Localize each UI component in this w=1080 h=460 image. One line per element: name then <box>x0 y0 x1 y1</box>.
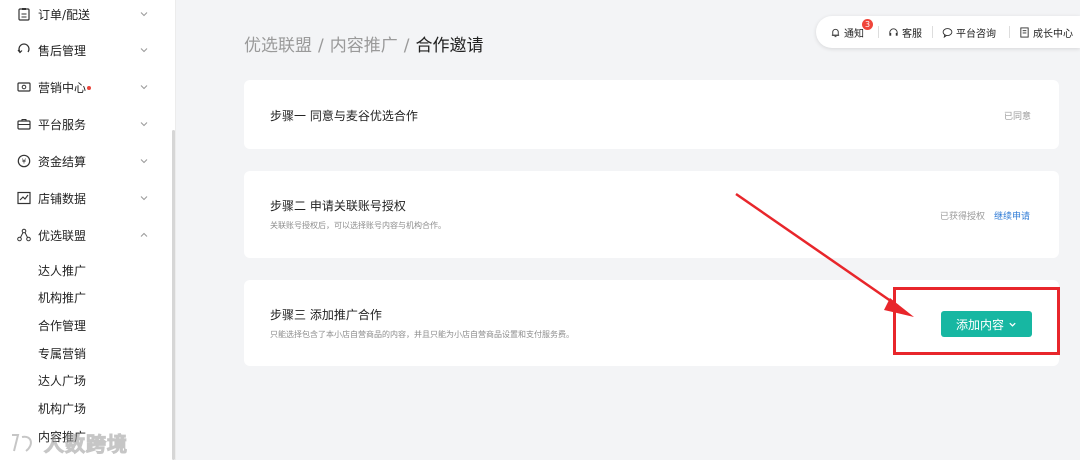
yen-coin-icon: ¥ <box>17 154 31 168</box>
sidebar-subitem-exclusive-marketing[interactable]: 专属营销 <box>38 345 86 362</box>
notification-count-badge: 3 <box>862 19 873 30</box>
breadcrumb-current: 合作邀请 <box>415 36 484 56</box>
new-dot-indicator <box>87 86 91 90</box>
breadcrumb-item-content-promo[interactable]: 内容推广 <box>330 36 398 56</box>
breadcrumb: 优选联盟 / 内容推广 / 合作邀请 <box>244 31 483 56</box>
breadcrumb-separator: / <box>403 36 410 56</box>
marketing-icon <box>17 82 31 92</box>
sidebar-subitem-agency-promo[interactable]: 机构推广 <box>38 289 86 306</box>
chevron-down-icon <box>140 159 148 164</box>
customer-service-button[interactable]: 客服 <box>888 25 922 40</box>
document-icon <box>1020 27 1029 38</box>
annotation-highlight-box <box>893 287 1060 355</box>
sidebar-item-platform-service[interactable]: 平台服务 <box>0 107 172 143</box>
platform-consult-button[interactable]: 平台咨询 <box>942 25 996 40</box>
step-description: 关联账号授权后，可以选择账号内容与机构合作。 <box>270 221 446 230</box>
sidebar-item-store-data[interactable]: 店铺数据 <box>0 181 172 217</box>
growth-center-label: 成长中心 <box>1033 29 1073 40</box>
customer-service-label: 客服 <box>902 29 922 40</box>
notification-label: 通知 <box>844 29 864 40</box>
step-title: 步骤三 添加推广合作 <box>270 308 382 322</box>
sidebar-item-marketing[interactable]: 营销中心 <box>0 70 172 106</box>
chart-icon <box>17 191 31 205</box>
after-sales-icon <box>17 43 30 54</box>
clipboard-icon <box>18 8 30 21</box>
continue-apply-link[interactable]: 继续申请 <box>994 209 1030 222</box>
step-card-1: 步骤一 同意与麦谷优选合作 已同意 <box>244 80 1059 149</box>
watermark-text: 人数跨境 <box>44 432 128 457</box>
divider <box>932 26 933 38</box>
sidebar-subitem-influencer-plaza[interactable]: 达人广场 <box>38 372 86 389</box>
step-status: 已获得授权 <box>940 212 986 222</box>
chevron-down-icon <box>140 85 148 90</box>
sidebar-item-orders[interactable]: 订单/配送 <box>0 0 172 33</box>
breadcrumb-item-alliance[interactable]: 优选联盟 <box>244 36 312 56</box>
watermark-logo-icon <box>12 433 32 452</box>
sidebar-item-label: 店铺数据 <box>38 192 87 206</box>
breadcrumb-separator: / <box>318 36 324 56</box>
sidebar-item-label: 营销中心 <box>38 81 87 95</box>
sidebar: 订单/配送 售后管理 营销中心 平台服务 ¥ 资金结算 店铺数据 优选联盟 达人… <box>0 0 176 460</box>
sidebar-item-after-sales[interactable]: 售后管理 <box>0 33 172 69</box>
chevron-down-icon <box>140 196 148 201</box>
headset-icon <box>889 28 898 36</box>
briefcase-icon <box>17 119 31 130</box>
chevron-down-icon <box>140 48 148 53</box>
divider <box>1009 26 1010 38</box>
watermark: 人数跨境 <box>8 428 128 457</box>
sidebar-subitem-cooperation-mgmt[interactable]: 合作管理 <box>38 317 86 334</box>
chevron-down-icon <box>140 122 148 127</box>
sidebar-item-label: 订单/配送 <box>38 8 91 22</box>
notification-button[interactable]: 通知 <box>830 25 864 40</box>
sidebar-scrollbar[interactable] <box>172 130 175 460</box>
network-icon <box>17 228 31 242</box>
sidebar-item-label: 资金结算 <box>38 155 87 169</box>
step-title: 步骤二 申请关联账号授权 <box>270 199 406 213</box>
sidebar-item-label: 优选联盟 <box>38 229 87 243</box>
svg-text:¥: ¥ <box>22 158 27 166</box>
sidebar-item-alliance[interactable]: 优选联盟 <box>0 218 172 254</box>
sidebar-subitem-agency-plaza[interactable]: 机构广场 <box>38 400 86 417</box>
step-card-2: 步骤二 申请关联账号授权 关联账号授权后，可以选择账号内容与机构合作。 已获得授… <box>244 171 1059 258</box>
step-description: 只能选择包含了本小店自营商品的内容，并且只能为小店自营商品设置和支付服务费。 <box>270 330 574 339</box>
bell-icon <box>831 28 840 38</box>
sidebar-item-label: 售后管理 <box>38 44 87 58</box>
chevron-up-icon <box>140 232 148 237</box>
platform-consult-label: 平台咨询 <box>956 29 996 40</box>
sidebar-subitem-influencer-promo[interactable]: 达人推广 <box>38 262 86 279</box>
divider <box>878 26 879 38</box>
step-title: 步骤一 同意与麦谷优选合作 <box>270 109 418 123</box>
sidebar-item-settlement[interactable]: ¥ 资金结算 <box>0 144 172 180</box>
chevron-down-icon <box>140 12 148 17</box>
chat-bubble-icon <box>942 28 953 38</box>
top-toolbar: 通知 3 客服 平台咨询 成长中心 <box>816 16 1080 48</box>
sidebar-item-label: 平台服务 <box>38 118 87 132</box>
growth-center-button[interactable]: 成长中心 <box>1019 25 1073 40</box>
step-status: 已同意 <box>1004 112 1032 122</box>
